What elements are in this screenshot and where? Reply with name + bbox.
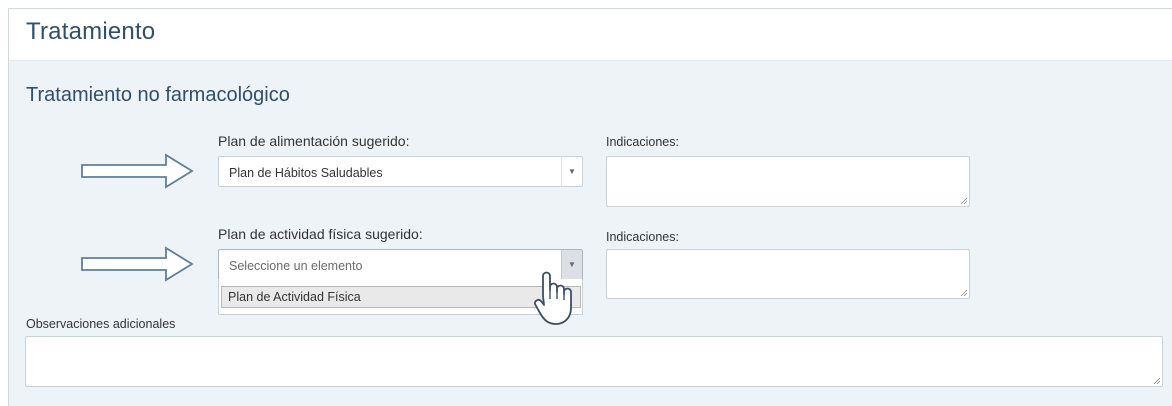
resize-grip-icon[interactable] [1153, 377, 1160, 384]
right-arrow-outline-icon [81, 153, 194, 189]
activity-indications-label: Indicaciones: [606, 230, 679, 244]
diet-indications-label: Indicaciones: [606, 135, 679, 149]
diet-plan-label: Plan de alimentación sugerido: [218, 133, 410, 149]
page-title: Tratamiento [26, 18, 156, 45]
dropdown-option[interactable]: Plan de Actividad Física [221, 286, 581, 308]
observations-textarea[interactable] [25, 336, 1163, 387]
resize-grip-icon[interactable] [960, 289, 967, 296]
dropdown-option-label: Plan de Actividad Física [228, 290, 361, 304]
activity-indications-textarea[interactable] [606, 249, 970, 299]
diet-indications-textarea[interactable] [606, 156, 970, 207]
activity-plan-placeholder: Seleccione un elemento [229, 259, 363, 273]
resize-grip-icon[interactable] [960, 197, 967, 204]
section-title: Tratamiento no farmacológico [26, 84, 290, 106]
right-arrow-outline-icon [81, 246, 194, 282]
hand-pointer-cursor-icon [534, 271, 572, 325]
activity-plan-label: Plan de actividad física sugerido: [218, 226, 423, 242]
caret-down-icon[interactable]: ▼ [561, 157, 582, 186]
observations-label: Observaciones adicionales [26, 317, 176, 331]
diet-plan-select[interactable]: Plan de Hábitos Saludables ▼ [218, 156, 583, 187]
diet-plan-selected-value: Plan de Hábitos Saludables [229, 166, 383, 180]
